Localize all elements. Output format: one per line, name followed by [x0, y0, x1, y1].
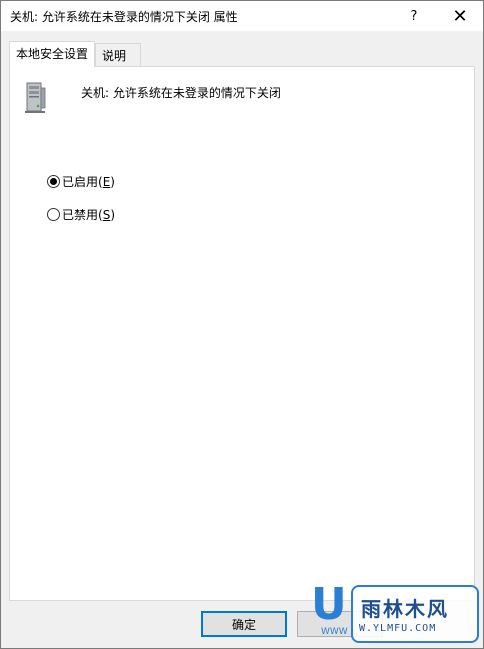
- properties-dialog: 关机: 允许系统在未登录的情况下关闭 属性 ? ✕ 本地安全设置 说明 关机: …: [0, 0, 484, 649]
- policy-name: 关机: 允许系统在未登录的情况下关闭: [81, 86, 281, 100]
- close-icon: ✕: [452, 5, 468, 27]
- help-button[interactable]: ?: [391, 1, 437, 31]
- enabled-radio-option[interactable]: 已启用(E): [47, 173, 115, 190]
- ok-button[interactable]: 确定: [201, 611, 287, 637]
- enabled-radio-label[interactable]: 已启用(E): [62, 173, 115, 190]
- enabled-radio[interactable]: [47, 175, 60, 188]
- help-icon: ?: [410, 8, 418, 24]
- tab-explain[interactable]: 说明: [95, 43, 141, 66]
- disabled-radio-option[interactable]: 已禁用(S): [47, 206, 115, 223]
- disabled-radio[interactable]: [47, 208, 60, 221]
- title-bar[interactable]: 关机: 允许系统在未登录的情况下关闭 属性 ? ✕: [1, 1, 483, 31]
- server-computer-icon: [25, 82, 46, 113]
- tab-label: 本地安全设置: [16, 47, 89, 61]
- tab-local-security-setting[interactable]: 本地安全设置: [9, 41, 95, 67]
- window-title: 关机: 允许系统在未登录的情况下关闭 属性: [10, 10, 238, 24]
- close-button[interactable]: ✕: [437, 1, 483, 31]
- tab-label: 说明: [102, 49, 127, 63]
- cancel-button[interactable]: [297, 611, 383, 637]
- tab-strip: 本地安全设置 说明: [9, 41, 475, 67]
- disabled-radio-label[interactable]: 已禁用(S): [62, 206, 115, 223]
- tab-panel-local-security-setting: 关机: 允许系统在未登录的情况下关闭 已启用(E) 已禁用(S): [9, 66, 475, 601]
